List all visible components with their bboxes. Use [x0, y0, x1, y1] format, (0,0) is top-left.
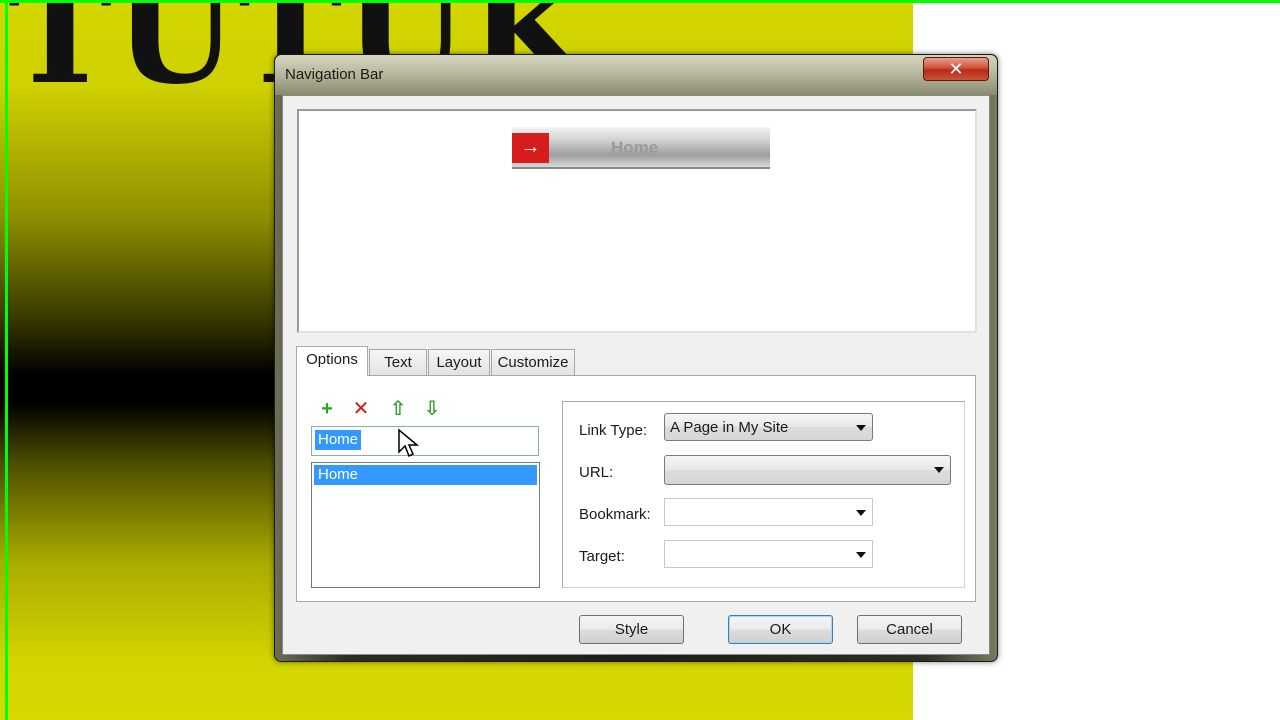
tab-options[interactable]: Options: [296, 346, 368, 376]
ok-button[interactable]: OK: [728, 615, 833, 644]
tab-label: Options: [306, 351, 358, 368]
preview-area: → Home: [297, 109, 977, 333]
nav-items-list[interactable]: Home: [311, 462, 540, 588]
tab-label: Layout: [436, 354, 482, 371]
arrow-up-icon[interactable]: ⇧: [385, 397, 411, 421]
title-bar[interactable]: Navigation Bar ✕: [275, 55, 997, 95]
link-settings-group: Link Type: A Page in My Site URL: Bookma…: [562, 401, 965, 588]
tab-layout[interactable]: Layout: [428, 349, 490, 376]
tab-customize[interactable]: Customize: [491, 349, 575, 376]
close-icon: ✕: [948, 59, 964, 79]
chevron-down-icon: [934, 467, 944, 473]
preview-nav-label: Home: [611, 138, 659, 157]
list-item[interactable]: Home: [314, 465, 537, 485]
tab-text[interactable]: Text: [369, 349, 427, 376]
cancel-button[interactable]: Cancel: [857, 615, 962, 644]
tab-label: Text: [384, 354, 412, 371]
dialog-title: Navigation Bar: [285, 66, 384, 83]
close-button[interactable]: ✕: [923, 57, 989, 81]
chevron-down-icon: [856, 425, 866, 431]
url-label: URL:: [579, 464, 614, 481]
link-type-select[interactable]: A Page in My Site: [664, 413, 873, 441]
arrow-right-icon: →: [512, 133, 549, 163]
target-label: Target:: [579, 548, 625, 565]
vertical-guide-line: [5, 0, 8, 720]
tab-label: Customize: [497, 354, 569, 371]
dialog-client-area: → Home Options Text Layout Customize + ✕…: [282, 95, 990, 655]
remove-item-icon[interactable]: ✕: [348, 397, 374, 421]
link-type-value: A Page in My Site: [670, 419, 789, 436]
navigation-bar-dialog: Navigation Bar ✕ → Home Options Text Lay…: [274, 54, 998, 662]
preview-nav-button: → Home: [512, 127, 770, 169]
item-name-selected-text: Home: [315, 430, 362, 450]
mouse-cursor-icon: [398, 428, 420, 458]
style-button[interactable]: Style: [579, 615, 684, 644]
item-name-input[interactable]: Home: [311, 426, 539, 456]
bookmark-label: Bookmark:: [579, 506, 651, 523]
chevron-down-icon: [856, 552, 866, 558]
bookmark-select[interactable]: [664, 498, 873, 526]
arrow-down-icon[interactable]: ⇩: [419, 397, 445, 421]
target-select[interactable]: [664, 540, 873, 568]
chevron-down-icon: [856, 510, 866, 516]
url-select[interactable]: [664, 455, 951, 485]
add-item-icon[interactable]: +: [314, 397, 340, 421]
horizontal-guide-line: [0, 0, 1280, 3]
link-type-label: Link Type:: [579, 422, 648, 439]
